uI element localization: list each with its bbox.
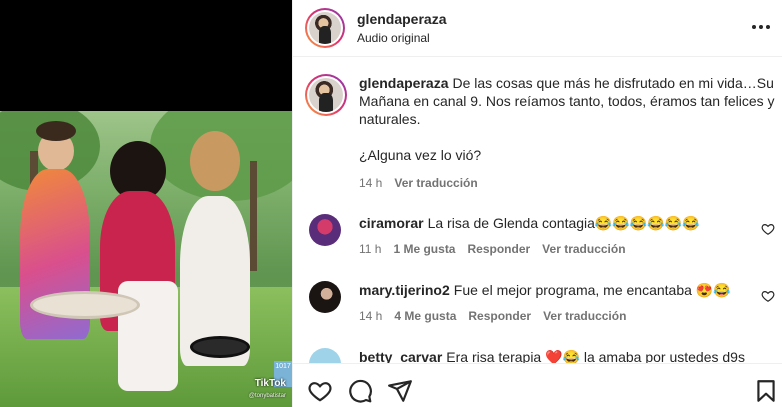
table: [30, 291, 140, 319]
author-avatar[interactable]: [305, 8, 345, 48]
author-username[interactable]: glendaperaza: [357, 11, 446, 27]
commenter-username[interactable]: ciramorar: [359, 215, 424, 231]
comments-list[interactable]: glendaperaza De las cosas que más he disf…: [293, 58, 782, 363]
more-options-icon[interactable]: [750, 17, 772, 37]
heart-icon[interactable]: [761, 222, 775, 236]
post-panel: glendaperaza Audio original glendaperaza…: [292, 0, 782, 407]
bookmark-icon[interactable]: [753, 378, 779, 404]
person-hair: [36, 121, 76, 141]
audio-link[interactable]: Audio original: [357, 31, 430, 45]
share-icon[interactable]: [387, 378, 413, 404]
tiktok-handle: @tonybatistar: [248, 393, 286, 399]
tiktok-watermark: TikTok @tonybatistar: [249, 378, 286, 401]
grill: [190, 336, 250, 358]
comment-likes[interactable]: 1 Me gusta: [393, 242, 455, 256]
comment-text: Fue el mejor programa, me encantaba 😍😂: [453, 282, 731, 298]
comment-likes[interactable]: 4 Me gusta: [394, 309, 456, 323]
caption-time: 14 h: [359, 176, 383, 190]
comment-time: 14 h: [359, 309, 383, 323]
heart-icon[interactable]: [307, 378, 333, 404]
video-frame[interactable]: 1017 TikTok @tonybatistar: [0, 111, 292, 407]
translate-link[interactable]: Ver traducción: [542, 242, 625, 256]
comment-text: Era risa terapia ❤️😂 la amaba por ustede…: [446, 349, 745, 363]
post-header: glendaperaza Audio original: [293, 0, 782, 57]
commenter-username[interactable]: mary.tijerino2: [359, 282, 450, 298]
commenter-username[interactable]: betty_carvar: [359, 349, 442, 363]
comment-item: ciramorar La risa de Glenda contagia😂😂😂😂😂…: [305, 214, 775, 264]
comment-icon[interactable]: [347, 378, 373, 404]
translate-link[interactable]: Ver traducción: [543, 309, 626, 323]
comment-time: 11 h: [359, 242, 382, 256]
commenter-avatar[interactable]: [309, 214, 341, 246]
reply-button[interactable]: Responder: [468, 309, 531, 323]
comment-item: betty_carvar Era risa terapia ❤️😂 la amab…: [305, 348, 775, 363]
action-bar: [293, 363, 782, 407]
caption-avatar[interactable]: [305, 74, 347, 116]
caption-username[interactable]: glendaperaza: [359, 75, 448, 91]
tree-trunk: [250, 161, 257, 271]
comment-item: mary.tijerino2 Fue el mejor programa, me …: [305, 281, 775, 331]
caption-question: ¿Alguna vez lo vió?: [359, 147, 482, 163]
person-hair: [190, 131, 240, 191]
heart-icon[interactable]: [761, 289, 775, 303]
comment-text: La risa de Glenda contagia😂😂😂😂😂😂: [427, 215, 700, 231]
reply-button[interactable]: Responder: [467, 242, 530, 256]
commenter-avatar[interactable]: [309, 348, 341, 363]
commenter-avatar[interactable]: [309, 281, 341, 313]
tiktok-brand: TikTok: [254, 378, 286, 389]
caption-translate-link[interactable]: Ver traducción: [394, 176, 477, 190]
video-player[interactable]: 1017 TikTok @tonybatistar: [0, 0, 292, 407]
